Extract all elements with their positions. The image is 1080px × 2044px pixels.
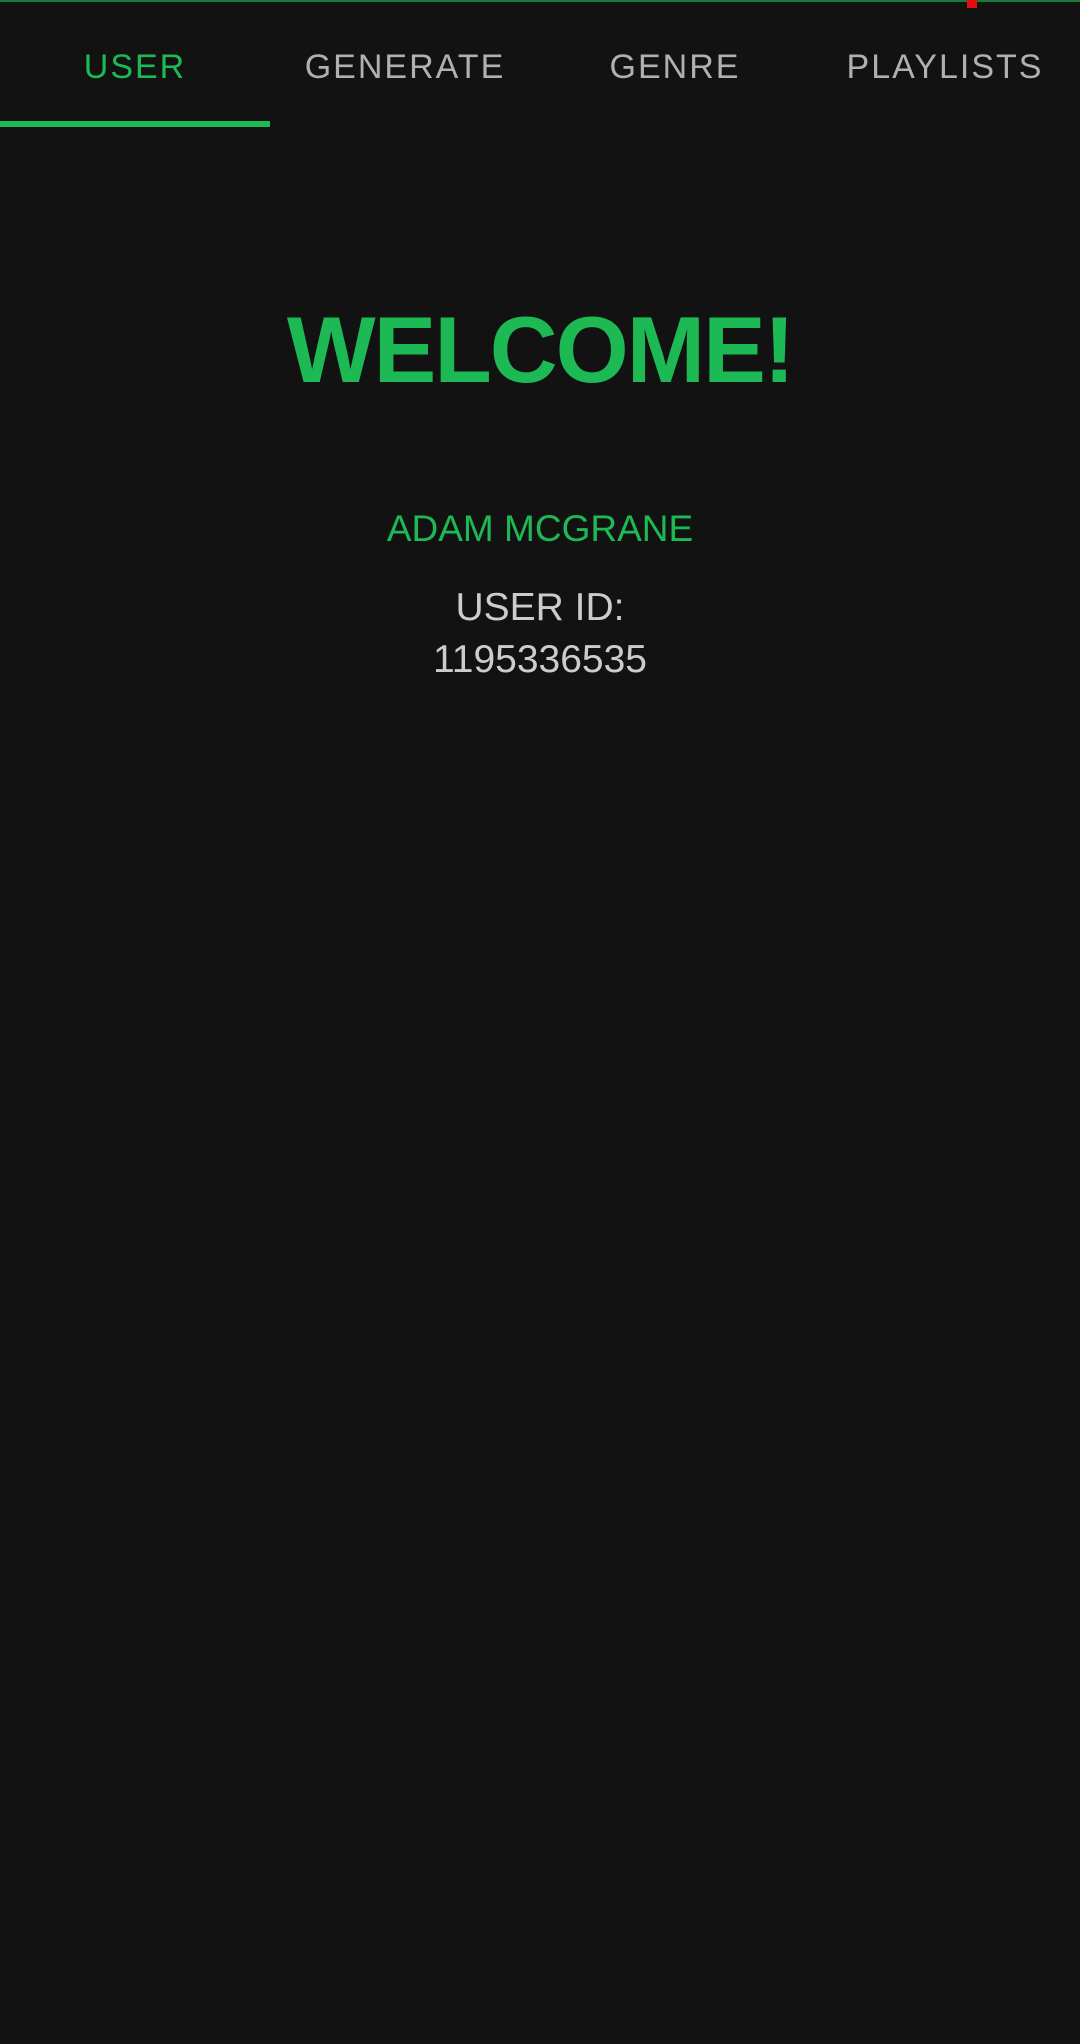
user-id-label: USER ID: [455, 586, 625, 629]
user-name: ADAM MCGRANE [386, 508, 694, 549]
tab-genre[interactable]: GENRE [540, 42, 810, 92]
welcome-heading: WELCOME! [286, 297, 795, 402]
tab-playlists[interactable]: PLAYLISTS [810, 42, 1080, 92]
tab-user[interactable]: USER [0, 42, 270, 92]
tab-bar: USER GENERATE GENRE PLAYLISTS [0, 0, 1080, 128]
active-tab-indicator [0, 121, 270, 127]
user-id-value: 1195336535 [432, 638, 647, 681]
tab-generate[interactable]: GENERATE [270, 42, 540, 92]
